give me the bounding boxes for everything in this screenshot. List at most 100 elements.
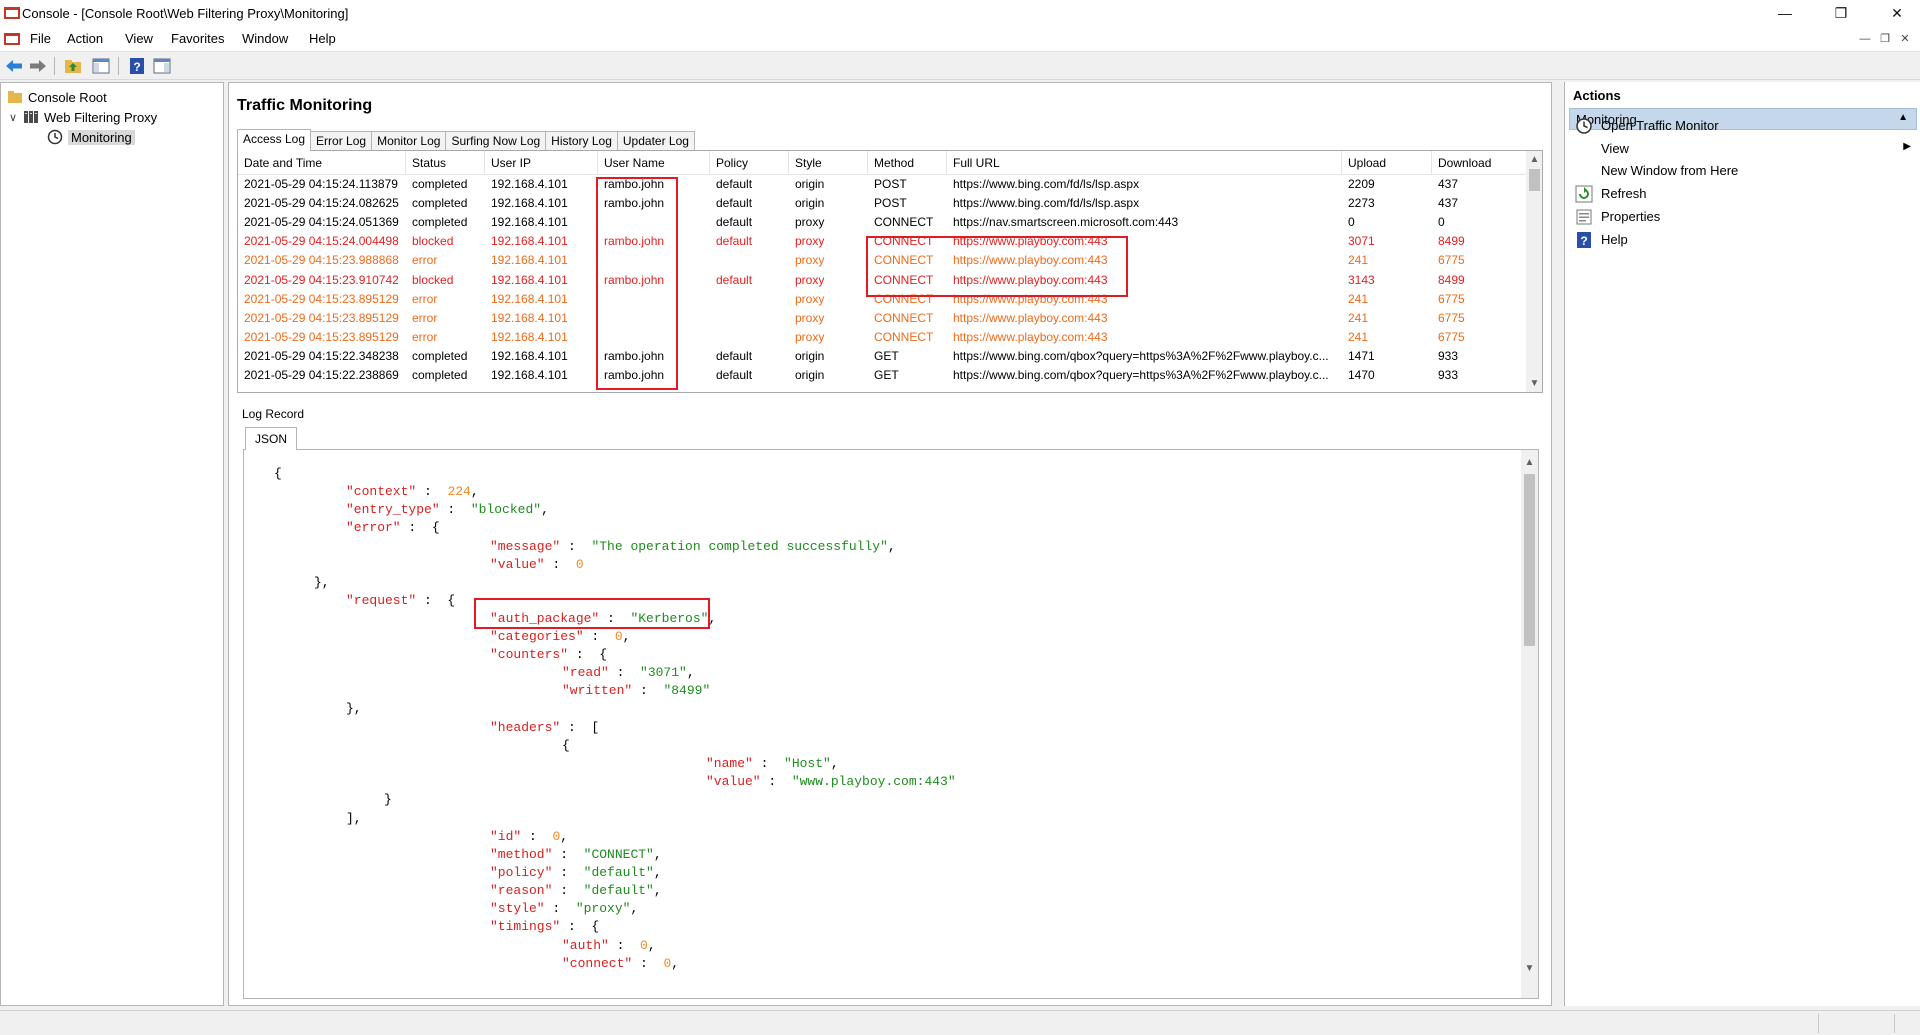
json-scrollbar[interactable]: ▲ ▼ [1521, 450, 1538, 998]
close-icon[interactable]: ✕ [1874, 0, 1920, 27]
table-row[interactable]: 2021-05-29 04:15:23.895129 error 192.168.4… [238, 290, 1528, 309]
json-token: , [686, 665, 695, 680]
tab-updater-log[interactable]: Updater Log [616, 131, 695, 151]
tab-json[interactable]: JSON [245, 427, 298, 450]
show-hide-tree-icon[interactable] [91, 56, 111, 76]
child-minimize-icon[interactable]: — [1856, 30, 1874, 48]
tab-access-log[interactable]: Access Log [237, 129, 312, 151]
scroll-thumb[interactable] [1529, 169, 1540, 191]
column-header-date[interactable]: Date and Time [238, 151, 406, 175]
help-icon[interactable]: ? [127, 56, 147, 76]
cell-user-ip: 192.168.4.101 [491, 196, 568, 211]
cell-method: CONNECT [874, 215, 934, 230]
cell-download: 0 [1438, 215, 1445, 230]
cell-full-url: https://www.playboy.com:443 [953, 272, 1108, 287]
cell-upload: 3071 [1348, 234, 1375, 249]
column-header-method[interactable]: Method [868, 151, 947, 175]
cell-style: origin [795, 177, 825, 191]
cell-method: CONNECT [874, 234, 934, 249]
cell-policy: default [716, 348, 753, 363]
menu-help[interactable]: Help [309, 31, 336, 46]
cell-policy [710, 290, 789, 309]
column-header-user-ip[interactable]: User IP [485, 151, 598, 175]
table-row[interactable]: 2021-05-29 04:15:24.113879 completed 192.1… [238, 175, 1528, 194]
child-restore-icon[interactable]: ❐ [1876, 30, 1894, 48]
minimize-icon[interactable]: — [1762, 0, 1808, 27]
tree-item-monitoring[interactable]: Monitoring [47, 129, 135, 145]
action-refresh[interactable]: Refresh [1569, 183, 1917, 205]
action-view[interactable]: View ▶ [1569, 138, 1917, 160]
json-line: "policy" : "default", [490, 864, 662, 882]
column-header-upload[interactable]: Upload [1342, 151, 1432, 175]
column-header-download[interactable]: Download [1432, 151, 1528, 175]
scroll-up-icon[interactable]: ▲ [1521, 454, 1538, 471]
tab-monitor-log[interactable]: Monitor Log [371, 131, 447, 151]
json-line: "value" : "www.playboy.com:443" [706, 773, 956, 791]
column-header-style[interactable]: Style [789, 151, 868, 175]
cell-download: 437 [1438, 196, 1459, 211]
tree-item-web-filtering-proxy[interactable]: ∨ Web Filtering Proxy [9, 109, 157, 125]
action-properties[interactable]: Properties [1569, 206, 1917, 228]
forward-arrow-icon[interactable] [28, 56, 48, 76]
tree-item-console-root[interactable]: Console Root [7, 89, 107, 105]
tab-surfing-now-log[interactable]: Surfing Now Log [445, 131, 547, 151]
json-token: , [653, 847, 662, 862]
json-viewer[interactable]: {"context" : 224, "entry_type" : "blocked… [243, 449, 1539, 999]
scroll-up-icon[interactable]: ▲ [1526, 151, 1542, 168]
tree-item-label: Console Root [28, 89, 107, 105]
child-close-icon[interactable]: ✕ [1896, 30, 1914, 48]
table-row[interactable]: 2021-05-29 04:15:24.082625 completed 192.1… [238, 194, 1528, 213]
action-label: Properties [1601, 209, 1661, 224]
action-pane-icon[interactable] [152, 56, 172, 76]
table-row[interactable]: 2021-05-29 04:15:23.895129 error 192.168.4… [238, 309, 1528, 328]
json-token: "value" [490, 557, 545, 572]
log-record-label: Log Record [242, 407, 305, 421]
column-header-status[interactable]: Status [406, 151, 485, 175]
json-token: "message" [490, 539, 561, 554]
log-tabs: Access Log Error Log Monitor Log Surfing… [237, 129, 695, 151]
cell-download: 933 [1438, 368, 1459, 382]
tab-error-log[interactable]: Error Log [310, 131, 373, 151]
menu-favorites[interactable]: Favorites [171, 31, 224, 46]
status-separator [1894, 1014, 1895, 1033]
cell-status: completed [412, 177, 468, 191]
menu-window[interactable]: Window [242, 31, 288, 46]
menu-action[interactable]: Action [67, 31, 103, 46]
column-header-full-url[interactable]: Full URL [947, 151, 1342, 175]
restore-icon[interactable]: ❐ [1818, 0, 1864, 27]
tab-history-log[interactable]: History Log [545, 131, 618, 151]
table-row[interactable]: 2021-05-29 04:15:23.988868 error 192.168.4… [238, 251, 1528, 270]
json-line: "request" : { [346, 592, 455, 610]
scroll-thumb[interactable] [1524, 474, 1535, 646]
back-arrow-icon[interactable] [4, 56, 24, 76]
action-help[interactable]: ? Help [1569, 229, 1917, 251]
table-row[interactable]: 2021-05-29 04:15:22.348238 completed 192.1… [238, 347, 1528, 366]
column-header-user-name[interactable]: User Name [598, 151, 710, 175]
cell-user-ip: 192.168.4.101 [491, 310, 568, 325]
scroll-down-icon[interactable]: ▼ [1521, 960, 1538, 977]
menu-view[interactable]: View [125, 31, 153, 46]
table-row[interactable]: 2021-05-29 04:15:24.004498 blocked 192.168… [238, 232, 1528, 251]
json-token: , [830, 756, 839, 771]
table-row[interactable]: 2021-05-29 04:15:22.238869 completed 192.1… [238, 366, 1528, 385]
table-scrollbar[interactable]: ▲ ▼ [1526, 151, 1542, 392]
cell-date-time: 2021-05-29 04:15:23.910742 [244, 272, 399, 287]
cell-full-url: https://www.bing.com/fd/ls/lsp.aspx [953, 196, 1140, 211]
action-new-window-from-here[interactable]: New Window from Here [1569, 160, 1917, 182]
json-token: : [608, 665, 641, 680]
column-header-policy[interactable]: Policy [710, 151, 789, 175]
json-token: : [521, 829, 553, 844]
chevron-down-icon[interactable]: ∨ [9, 111, 23, 124]
json-line: "name" : "Host", [706, 755, 839, 773]
action-open-traffic-monitor[interactable]: Open Traffic Monitor [1569, 115, 1917, 137]
up-folder-icon[interactable] [63, 56, 83, 76]
menu-file[interactable]: File [30, 31, 51, 46]
scroll-down-icon[interactable]: ▼ [1526, 375, 1542, 392]
table-row[interactable]: 2021-05-29 04:15:24.051369 completed 192.1… [238, 213, 1528, 232]
table-row[interactable]: 2021-05-29 04:15:23.895129 error 192.168.4… [238, 328, 1528, 347]
json-token: "proxy" [575, 901, 631, 916]
table-row[interactable]: 2021-05-29 04:15:23.910742 blocked 192.168… [238, 271, 1528, 290]
console-menu-icon[interactable] [4, 32, 20, 46]
cell-policy [710, 328, 789, 347]
json-token: ], [346, 811, 362, 826]
